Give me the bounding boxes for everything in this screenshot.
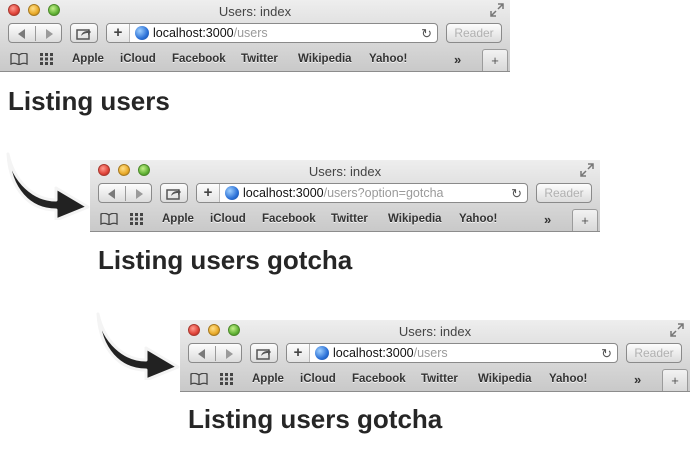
- book-icon[interactable]: [100, 213, 118, 225]
- bookmarks-bar: Apple iCloud Facebook Twitter Wikipedia …: [90, 209, 600, 231]
- title-bar: Users: index: [180, 320, 690, 342]
- bookmark-item[interactable]: iCloud: [210, 213, 246, 225]
- globe-icon: [315, 346, 329, 360]
- forward-icon[interactable]: [225, 349, 233, 359]
- bookmark-item[interactable]: Apple: [252, 373, 284, 385]
- bookmark-item[interactable]: Apple: [162, 213, 194, 225]
- curved-arrow-icon: [96, 312, 180, 380]
- bookmark-item[interactable]: Wikipedia: [478, 373, 532, 385]
- bookmark-item[interactable]: Yahoo!: [459, 213, 497, 225]
- reader-button[interactable]: Reader: [536, 183, 592, 203]
- toolbar: + localhost:3000/users ↻ Reader: [0, 23, 510, 47]
- bookmark-item[interactable]: Twitter: [421, 373, 458, 385]
- address-bar[interactable]: + localhost:3000/users ↻: [286, 343, 618, 363]
- bookmarks-bar: Apple iCloud Facebook Twitter Wikipedia …: [0, 49, 510, 71]
- bookmark-item[interactable]: Apple: [72, 53, 104, 65]
- new-tab-button[interactable]: +: [662, 369, 688, 391]
- add-bookmark-button[interactable]: +: [197, 184, 220, 202]
- bookmark-item[interactable]: Yahoo!: [549, 373, 587, 385]
- toolbar: + localhost:3000/users?option=gotcha ↻ R…: [90, 183, 600, 207]
- book-icon[interactable]: [190, 373, 208, 385]
- toolbar: + localhost:3000/users ↻ Reader: [180, 343, 690, 367]
- url-text[interactable]: localhost:3000/users?option=gotcha: [243, 186, 444, 200]
- reload-icon[interactable]: ↻: [601, 346, 612, 362]
- share-icon: [166, 188, 181, 200]
- page-heading: Listing users gotcha: [98, 245, 353, 275]
- back-forward-buttons[interactable]: [98, 183, 152, 203]
- back-icon[interactable]: [108, 189, 116, 199]
- window-title: Users: index: [218, 4, 292, 19]
- browser-window-2: Users: index + localhost:3000/users?opti…: [90, 160, 600, 232]
- fullscreen-icon[interactable]: [580, 163, 594, 177]
- address-bar[interactable]: + localhost:3000/users ↻: [106, 23, 438, 43]
- new-tab-button[interactable]: +: [482, 49, 508, 71]
- bookmark-item[interactable]: Facebook: [262, 213, 316, 225]
- curved-arrow-icon: [6, 152, 90, 220]
- url-text[interactable]: localhost:3000/users: [153, 26, 268, 40]
- share-icon: [256, 348, 271, 360]
- globe-icon: [225, 186, 239, 200]
- browser-window-1: Users: index + localhost:3000/users ↻ Re…: [0, 0, 510, 72]
- bookmark-item[interactable]: Facebook: [172, 53, 226, 65]
- fullscreen-icon[interactable]: [670, 323, 684, 337]
- grid-icon[interactable]: [130, 213, 144, 225]
- more-bookmarks-button[interactable]: »: [634, 372, 641, 387]
- share-button[interactable]: [70, 23, 98, 43]
- add-bookmark-button[interactable]: +: [107, 24, 130, 42]
- back-icon[interactable]: [198, 349, 206, 359]
- share-button[interactable]: [160, 183, 188, 203]
- window-title: Users: index: [398, 324, 472, 339]
- fullscreen-icon[interactable]: [490, 3, 504, 17]
- book-icon[interactable]: [10, 53, 28, 65]
- reload-icon[interactable]: ↻: [511, 186, 522, 202]
- more-bookmarks-button[interactable]: »: [544, 212, 551, 227]
- forward-icon[interactable]: [45, 29, 53, 39]
- add-bookmark-button[interactable]: +: [287, 344, 310, 362]
- back-icon[interactable]: [18, 29, 26, 39]
- globe-icon: [135, 26, 149, 40]
- bookmark-item[interactable]: Yahoo!: [369, 53, 407, 65]
- reader-button[interactable]: Reader: [626, 343, 682, 363]
- window-title: Users: index: [308, 164, 382, 179]
- share-icon: [76, 28, 91, 40]
- bookmarks-bar: Apple iCloud Facebook Twitter Wikipedia …: [180, 369, 690, 391]
- page-heading: Listing users gotcha: [188, 404, 443, 434]
- title-bar: Users: index: [0, 0, 510, 22]
- address-bar[interactable]: + localhost:3000/users?option=gotcha ↻: [196, 183, 528, 203]
- more-bookmarks-button[interactable]: »: [454, 52, 461, 67]
- url-text[interactable]: localhost:3000/users: [333, 346, 448, 360]
- reload-icon[interactable]: ↻: [421, 26, 432, 42]
- bookmark-item[interactable]: Twitter: [241, 53, 278, 65]
- back-forward-buttons[interactable]: [188, 343, 242, 363]
- new-tab-button[interactable]: +: [572, 209, 598, 231]
- grid-icon[interactable]: [40, 53, 54, 65]
- browser-window-3: Users: index + localhost:3000/users ↻ Re…: [180, 320, 690, 392]
- bookmark-item[interactable]: Wikipedia: [388, 213, 442, 225]
- bookmark-item[interactable]: Wikipedia: [298, 53, 352, 65]
- bookmark-item[interactable]: Facebook: [352, 373, 406, 385]
- forward-icon[interactable]: [135, 189, 143, 199]
- bookmark-item[interactable]: iCloud: [300, 373, 336, 385]
- bookmark-item[interactable]: Twitter: [331, 213, 368, 225]
- share-button[interactable]: [250, 343, 278, 363]
- back-forward-buttons[interactable]: [8, 23, 62, 43]
- bookmark-item[interactable]: iCloud: [120, 53, 156, 65]
- reader-button[interactable]: Reader: [446, 23, 502, 43]
- page-heading: Listing users: [8, 86, 170, 116]
- grid-icon[interactable]: [220, 373, 234, 385]
- title-bar: Users: index: [90, 160, 600, 182]
